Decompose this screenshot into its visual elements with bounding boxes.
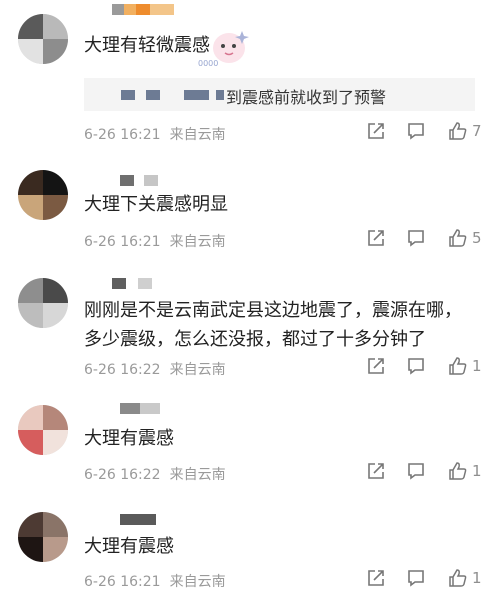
like-count: 7 xyxy=(472,122,482,140)
comment-source: 来自云南 xyxy=(169,574,226,590)
comment-item: 大理有轻微震感 0000 到震感前就收到了预警 6-26 16:21 来自云南 7 xyxy=(0,0,500,152)
avatar[interactable] xyxy=(18,278,68,328)
username[interactable] xyxy=(120,514,156,525)
comment-item: 大理下关震感明显 6-26 16:21 来自云南 5 xyxy=(0,152,500,262)
share-icon[interactable] xyxy=(366,461,386,481)
comment-text: 大理下关震感明显 xyxy=(84,194,228,215)
like-icon[interactable] xyxy=(448,461,468,481)
reply-text: 到震感前就收到了预警 xyxy=(226,88,387,107)
share-icon[interactable] xyxy=(366,568,386,588)
comment-meta: 6-26 16:21 来自云南 xyxy=(84,124,226,144)
share-icon[interactable] xyxy=(366,228,386,248)
comment-icon[interactable] xyxy=(406,356,426,376)
comment-item: 大理有震感 6-26 16:22 来自云南 1 xyxy=(0,392,500,498)
comment-time: 6-26 16:21 xyxy=(84,574,161,590)
comment-time: 6-26 16:21 xyxy=(84,234,161,250)
comment-item: 大理有震感 6-26 16:21 来自云南 1 xyxy=(0,498,500,600)
comment-source: 来自云南 xyxy=(169,127,226,143)
like-count: 5 xyxy=(472,229,482,247)
comment-meta: 6-26 16:21 来自云南 xyxy=(84,231,226,251)
comment-text: 大理有震感 xyxy=(84,536,174,557)
svg-text:0000: 0000 xyxy=(198,59,218,68)
comment-meta: 6-26 16:21 来自云南 xyxy=(84,571,226,591)
comment-icon[interactable] xyxy=(406,121,426,141)
comment-time: 6-26 16:21 xyxy=(84,127,161,143)
comment-meta: 6-26 16:22 来自云南 xyxy=(84,359,226,379)
comment-source: 来自云南 xyxy=(169,362,226,378)
like-icon[interactable] xyxy=(448,228,468,248)
comment-icon[interactable] xyxy=(406,228,426,248)
reply-preview[interactable]: 到震感前就收到了预警 xyxy=(84,78,475,111)
comment-icon[interactable] xyxy=(406,461,426,481)
like-count: 1 xyxy=(472,462,482,480)
comment-time: 6-26 16:22 xyxy=(84,362,161,378)
username[interactable] xyxy=(120,403,160,414)
comment-time: 6-26 16:22 xyxy=(84,467,161,483)
username[interactable] xyxy=(120,175,158,186)
avatar[interactable] xyxy=(18,512,68,562)
like-count: 1 xyxy=(472,569,482,587)
comment-text-line-2: 多少震级，怎么还没报，都过了十多分钟了 xyxy=(84,329,426,350)
share-icon[interactable] xyxy=(366,121,386,141)
avatar[interactable] xyxy=(18,170,68,220)
like-icon[interactable] xyxy=(448,356,468,376)
comment-icon[interactable] xyxy=(406,568,426,588)
like-count: 1 xyxy=(472,357,482,375)
username[interactable] xyxy=(112,4,174,15)
avatar[interactable] xyxy=(18,405,68,455)
comment-text-line-1: 刚刚是不是云南武定县这边地震了，震源在哪， xyxy=(84,300,462,321)
comment-meta: 6-26 16:22 来自云南 xyxy=(84,464,226,484)
username[interactable] xyxy=(112,278,156,289)
comment-item: 刚刚是不是云南武定县这边地震了，震源在哪， 多少震级，怎么还没报，都过了十多分钟… xyxy=(0,262,500,392)
comment-text: 大理有震感 xyxy=(84,428,174,449)
sticker-emoji: 0000 xyxy=(198,31,249,68)
like-icon[interactable] xyxy=(448,568,468,588)
comment-source: 来自云南 xyxy=(169,467,226,483)
share-icon[interactable] xyxy=(366,356,386,376)
comment-text: 大理有轻微震感 xyxy=(84,35,210,56)
comment-source: 来自云南 xyxy=(169,234,226,250)
like-icon[interactable] xyxy=(448,121,468,141)
avatar[interactable] xyxy=(18,14,68,64)
